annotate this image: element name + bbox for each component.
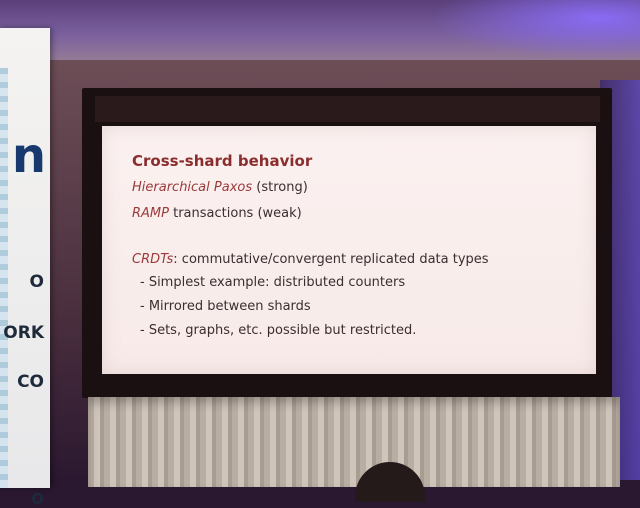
emphasis-text: CRDTs xyxy=(132,252,174,267)
slide-bullet: - Simplest example: distributed counters xyxy=(140,275,406,290)
event-banner: n O ORK CO O xyxy=(0,28,50,508)
line-text: : commutative/convergent replicated data… xyxy=(173,252,489,267)
line-text: (strong) xyxy=(252,180,308,195)
slide-line: CRDTs: commutative/convergent replicated… xyxy=(132,252,489,267)
line-text: transactions (weak) xyxy=(168,206,302,221)
stage-skirt xyxy=(88,397,620,487)
banner-stripe xyxy=(0,68,8,488)
slide-title: Cross-shard behavior xyxy=(132,152,313,170)
banner-text: ORK xyxy=(3,323,44,343)
banner-text: CO xyxy=(17,372,44,392)
screen-top-border xyxy=(95,96,600,122)
stage-light xyxy=(430,0,640,60)
banner-text: O xyxy=(31,490,44,508)
slide-bullet: - Mirrored between shards xyxy=(140,299,311,314)
projected-slide: Cross-shard behavior Hierarchical Paxos … xyxy=(102,126,596,374)
banner-text: O xyxy=(29,272,44,292)
slide-line: RAMP transactions (weak) xyxy=(132,206,302,221)
slide-bullet: - Sets, graphs, etc. possible but restri… xyxy=(140,323,417,338)
banner-text: n xyxy=(11,128,46,184)
emphasis-text: Hierarchical Paxos xyxy=(132,180,253,195)
slide-line: Hierarchical Paxos (strong) xyxy=(132,180,308,195)
emphasis-text: RAMP xyxy=(132,206,169,221)
